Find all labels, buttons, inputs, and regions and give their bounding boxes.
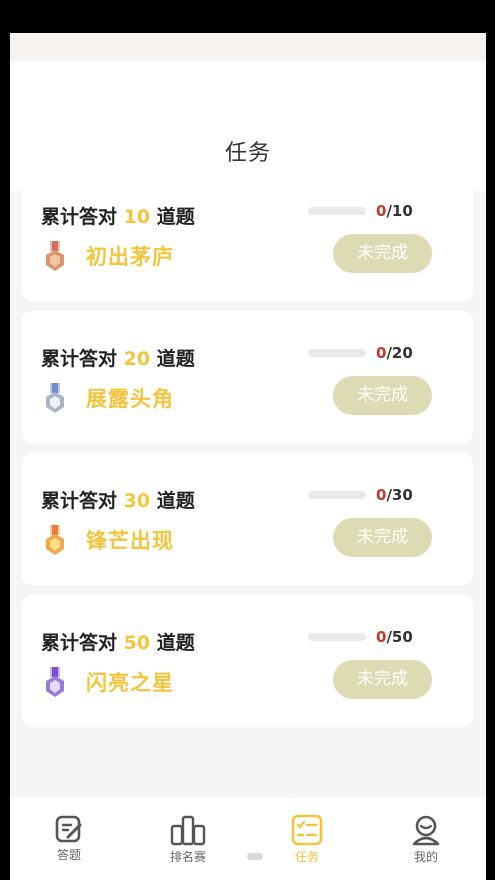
- task-prefix: 累计答对: [41, 348, 118, 370]
- tab-ranking-label: 排名赛: [169, 850, 206, 864]
- task-label: 累计答对 10 道题: [41, 202, 195, 229]
- silver-medal-icon: [46, 383, 64, 413]
- task-label: 累计答对 30 道题: [41, 486, 195, 513]
- tab-profile[interactable]: 我的: [391, 814, 461, 870]
- badge-name: 闪亮之星: [86, 671, 174, 695]
- task-number: 30: [123, 490, 151, 512]
- progress-total: /50: [386, 628, 413, 646]
- progress-current: 0: [376, 628, 387, 646]
- status-button[interactable]: 未完成: [333, 660, 432, 699]
- task-label: 累计答对 20 道题: [41, 344, 195, 371]
- task-number: 10: [123, 206, 151, 228]
- purple-medal-icon: [46, 667, 64, 697]
- profile-icon: [412, 815, 440, 846]
- tab-answer[interactable]: 答题: [34, 814, 104, 870]
- progress-current: 0: [376, 486, 387, 504]
- progress-current: 0: [376, 202, 387, 220]
- task-suffix: 道题: [156, 490, 195, 512]
- progress-total: /30: [386, 486, 413, 504]
- progress-bar: [308, 633, 366, 641]
- progress-bar: [308, 491, 366, 499]
- progress-current: 0: [376, 344, 387, 362]
- top-strip: [10, 33, 486, 61]
- progress-count: 0/30: [376, 486, 413, 504]
- bottom-tab-bar: 答题 排名赛 任务 我的: [10, 798, 486, 880]
- progress-total: /10: [386, 202, 413, 220]
- ranking-icon: [170, 815, 206, 846]
- task-label: 累计答对 50 道题: [41, 628, 195, 655]
- bronze-medal-icon: [46, 241, 64, 271]
- progress-count: 0/10: [376, 202, 413, 220]
- badge-name: 锋芒出现: [86, 529, 174, 553]
- tab-task-label: 任务: [294, 850, 319, 864]
- task-number: 50: [123, 632, 151, 654]
- badge-name: 初出茅庐: [86, 245, 174, 269]
- tab-profile-label: 我的: [413, 850, 438, 864]
- tab-ranking[interactable]: 排名赛: [153, 814, 223, 870]
- status-button[interactable]: 未完成: [333, 518, 432, 557]
- task-prefix: 累计答对: [41, 490, 118, 512]
- badge-name: 展露头角: [86, 387, 174, 411]
- status-button[interactable]: 未完成: [333, 234, 432, 273]
- progress-total: /20: [386, 344, 413, 362]
- task-prefix: 累计答对: [41, 206, 118, 228]
- progress-bar: [308, 207, 366, 215]
- task-suffix: 道题: [156, 632, 195, 654]
- app-screen: 任务 累计答对 10 道题 0/10 初出茅庐 未完成 累计答对 20 道题 0…: [10, 33, 486, 880]
- task-card: 累计答对 50 道题 0/50 闪亮之星 未完成: [22, 595, 473, 727]
- task-card: 累计答对 20 道题 0/20 展露头角 未完成: [22, 311, 473, 443]
- task-card: 累计答对 30 道题 0/30 锋芒出现 未完成: [22, 453, 473, 585]
- progress-count: 0/50: [376, 628, 413, 646]
- tab-answer-label: 答题: [56, 848, 81, 862]
- page-title: 任务: [224, 141, 271, 166]
- task-card: 累计答对 10 道题 0/10 初出茅庐 未完成: [22, 169, 473, 301]
- gold-medal-icon: [46, 525, 64, 555]
- answer-icon: [55, 815, 82, 843]
- progress-bar: [308, 349, 366, 357]
- task-number: 20: [123, 348, 151, 370]
- status-button[interactable]: 未完成: [333, 376, 432, 415]
- task-suffix: 道题: [156, 348, 195, 370]
- progress-count: 0/20: [376, 344, 413, 362]
- task-suffix: 道题: [156, 206, 195, 228]
- tab-task[interactable]: 任务: [272, 814, 342, 870]
- home-indicator: [247, 853, 263, 860]
- task-prefix: 累计答对: [41, 632, 118, 654]
- task-icon: [291, 814, 323, 846]
